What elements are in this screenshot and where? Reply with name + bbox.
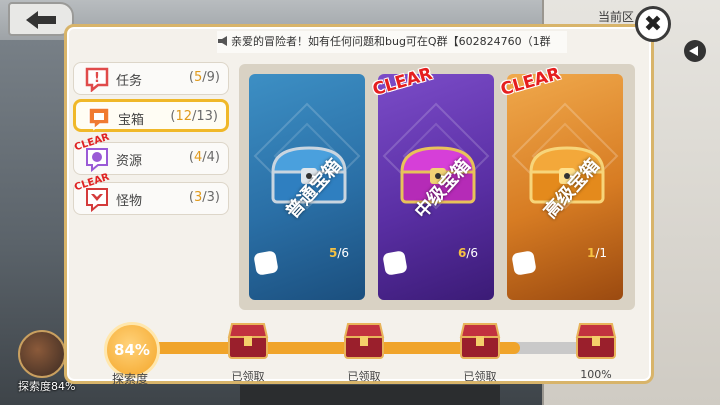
- chest-card-advanced[interactable]: 高级宝箱 1/1: [507, 74, 623, 300]
- tab-monsters[interactable]: CLEAR 怪物 (3/3): [73, 172, 229, 215]
- background-dark-block: [240, 385, 500, 405]
- chest-badge-icon: [511, 250, 537, 276]
- milestone-chest-icon[interactable]: [342, 320, 386, 360]
- task-icon: !: [85, 67, 109, 92]
- tab-label: 怪物: [116, 194, 143, 209]
- resource-icon: [86, 148, 108, 172]
- chest-badge-icon: [253, 250, 279, 276]
- tab-label: 资源: [116, 154, 143, 169]
- collapse-arrow-icon[interactable]: [684, 40, 706, 62]
- region-label: 当前区: [597, 10, 634, 24]
- chest-icon: [88, 107, 110, 131]
- exploration-label: 探索度: [112, 372, 149, 386]
- milestone-chest-icon[interactable]: [574, 320, 618, 360]
- milestone-label: 已领取: [231, 370, 265, 383]
- tab-resources[interactable]: CLEAR 资源 (4/4): [73, 132, 229, 175]
- chest-card-intermediate[interactable]: 中级宝箱 6/6: [378, 74, 494, 300]
- explore-chest-icon[interactable]: [18, 330, 66, 378]
- milestone-label: 已领取: [463, 370, 497, 383]
- milestone-label: 100%: [580, 368, 612, 381]
- tab-label: 任务: [116, 74, 143, 89]
- tab-chests[interactable]: 宝箱 (12/13): [73, 99, 229, 132]
- tab-count: (12/13): [170, 109, 218, 124]
- card-progress: 1/1: [586, 246, 607, 260]
- milestone-chest-icon[interactable]: [458, 320, 502, 360]
- notice-text: 亲爱的冒险者！如有任何问题和bug可在Q群【602824760（1群: [231, 35, 551, 48]
- back-arrow-icon: [26, 11, 56, 29]
- monster-icon: [86, 188, 108, 212]
- tab-count: (5/9): [188, 70, 220, 85]
- tab-tasks[interactable]: ! 任务 (5/9): [73, 62, 229, 95]
- chest-card-common[interactable]: 普通宝箱 5/6: [249, 74, 365, 300]
- milestone-chest-icon[interactable]: [226, 320, 270, 360]
- megaphone-icon: [218, 36, 227, 46]
- tab-label: 宝箱: [118, 113, 145, 128]
- tab-count: (4/4): [188, 150, 220, 165]
- svg-text:!: !: [94, 71, 100, 86]
- tab-count: (3/3): [188, 190, 220, 205]
- card-progress: 6/6: [457, 246, 478, 260]
- chest-badge-icon: [382, 250, 408, 276]
- notice-bar: 亲爱的冒险者！如有任何问题和bug可在Q群【602824760（1群: [217, 31, 567, 53]
- milestone-label: 已领取: [347, 370, 381, 383]
- close-button[interactable]: ✖: [635, 6, 671, 42]
- card-progress: 5/6: [328, 246, 349, 260]
